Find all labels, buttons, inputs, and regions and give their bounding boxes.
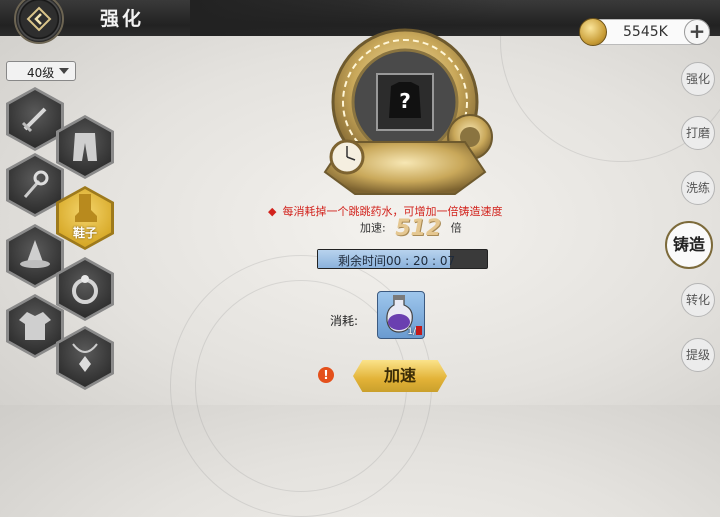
sword-icon xyxy=(21,107,47,133)
level-dropdown-value: 40级 xyxy=(27,66,55,80)
speed-multiplier: 512 xyxy=(395,216,442,241)
potion-count: 1/ xyxy=(407,327,416,337)
speedup-button[interactable]: 加速 xyxy=(353,360,447,392)
pants-icon xyxy=(73,133,97,161)
mace-icon xyxy=(23,170,49,198)
equip-slot-armor[interactable] xyxy=(6,294,64,358)
diamond-bullet-icon: ◆ xyxy=(268,205,277,218)
back-arrow-icon xyxy=(26,6,52,32)
forge-timer-bar: 剩余时间00 : 20 : 07 xyxy=(317,249,488,269)
equip-slot-hat[interactable] xyxy=(6,224,64,288)
forge-timer-text: 剩余时间00 : 20 : 07 xyxy=(338,254,456,268)
equip-slot-ring[interactable] xyxy=(56,257,114,321)
svg-text:?: ? xyxy=(399,89,411,113)
equip-slot-weapon[interactable] xyxy=(6,87,64,151)
menu-convert[interactable]: 转化 xyxy=(681,283,715,317)
equip-slot-pants[interactable] xyxy=(56,115,114,179)
witch-hat-icon xyxy=(20,240,50,268)
back-button[interactable] xyxy=(14,0,64,44)
ring-icon xyxy=(72,275,98,304)
equip-slot-shoes-label: 鞋子 xyxy=(72,226,97,240)
warning-icon[interactable]: ! xyxy=(318,367,334,383)
menu-enhance[interactable]: 强化 xyxy=(681,62,715,96)
potion-tag xyxy=(416,326,422,335)
currency-display: 5545K + xyxy=(579,18,710,46)
gold-coin-icon xyxy=(579,18,607,46)
menu-refine[interactable]: 洗练 xyxy=(681,171,715,205)
necklace-icon xyxy=(72,343,98,372)
chevron-down-icon xyxy=(59,68,69,74)
gold-amount: 5545K xyxy=(623,24,668,40)
level-dropdown[interactable]: 40级 xyxy=(6,61,76,81)
speed-display: 加速: 512 倍 xyxy=(360,216,462,241)
equip-slot-mace[interactable] xyxy=(6,153,64,217)
speed-label: 加速: xyxy=(360,221,386,235)
speed-unit: 倍 xyxy=(450,221,462,235)
menu-polish[interactable]: 打磨 xyxy=(681,116,715,150)
menu-upgrade[interactable]: 提级 xyxy=(681,338,715,372)
boot-icon xyxy=(75,194,97,222)
consume-label: 消耗: xyxy=(330,314,359,328)
add-currency-button[interactable]: + xyxy=(684,19,710,45)
potion-slot[interactable]: 1/ xyxy=(377,291,425,339)
menu-forge[interactable]: 铸造 xyxy=(665,221,713,269)
page-title: 强化 xyxy=(100,8,145,30)
equip-slot-shoes[interactable]: 鞋子 xyxy=(56,186,114,250)
forge-machine: ? xyxy=(323,28,493,195)
equip-slot-necklace[interactable] xyxy=(56,326,114,390)
shirt-icon xyxy=(19,312,51,340)
